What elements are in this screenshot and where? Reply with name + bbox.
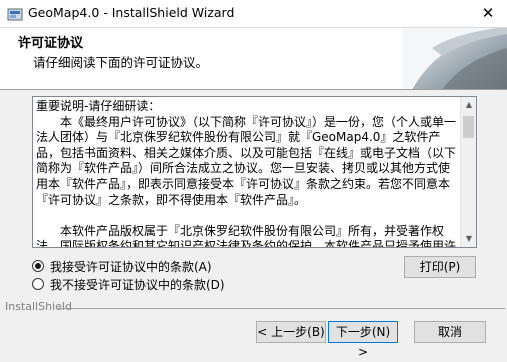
- cancel-button[interactable]: 取消: [414, 321, 486, 343]
- header-decoration-graphic: [402, 28, 507, 89]
- installer-app-icon: [7, 8, 23, 21]
- page-title: 许可证协议: [18, 36, 84, 51]
- back-button[interactable]: < 上一步(B): [256, 321, 326, 343]
- installshield-brand: InstallShield: [5, 300, 72, 313]
- print-button[interactable]: 打印(P): [404, 256, 476, 278]
- wizard-header: 许可证协议 请仔细阅读下面的许可证协议。: [0, 28, 507, 90]
- license-text: 重要说明-请仔细研读： 本《最终用户许可协议》（以下简称『许可协议』）是一份，您…: [36, 99, 457, 248]
- license-text-box[interactable]: 重要说明-请仔细研读： 本《最终用户许可协议》（以下简称『许可协议』）是一份，您…: [32, 96, 477, 248]
- accept-radio[interactable]: [32, 260, 44, 272]
- decline-radio[interactable]: [32, 278, 44, 290]
- page-subtitle: 请仔细阅读下面的许可证协议。: [33, 55, 209, 70]
- scroll-up-icon[interactable]: ▲: [463, 99, 475, 111]
- license-scrollbar[interactable]: ▲ ▼: [460, 97, 476, 247]
- scroll-down-icon[interactable]: ▼: [463, 233, 475, 245]
- window-title: GeoMap4.0 - InstallShield Wizard: [28, 5, 235, 20]
- next-button[interactable]: 下一步(N) >: [328, 321, 398, 359]
- close-button[interactable]: ✕: [475, 2, 501, 24]
- accept-label[interactable]: 我接受许可证协议中的条款(A): [50, 258, 212, 275]
- footer-divider: [58, 308, 505, 309]
- scroll-thumb[interactable]: [463, 116, 474, 138]
- radio-selected-dot: [35, 263, 41, 269]
- decline-label[interactable]: 我不接受许可证协议中的条款(D): [50, 276, 225, 293]
- decline-option[interactable]: 我不接受许可证协议中的条款(D): [32, 276, 225, 292]
- title-bar: GeoMap4.0 - InstallShield Wizard ✕: [0, 0, 507, 28]
- accept-option[interactable]: 我接受许可证协议中的条款(A): [32, 258, 212, 274]
